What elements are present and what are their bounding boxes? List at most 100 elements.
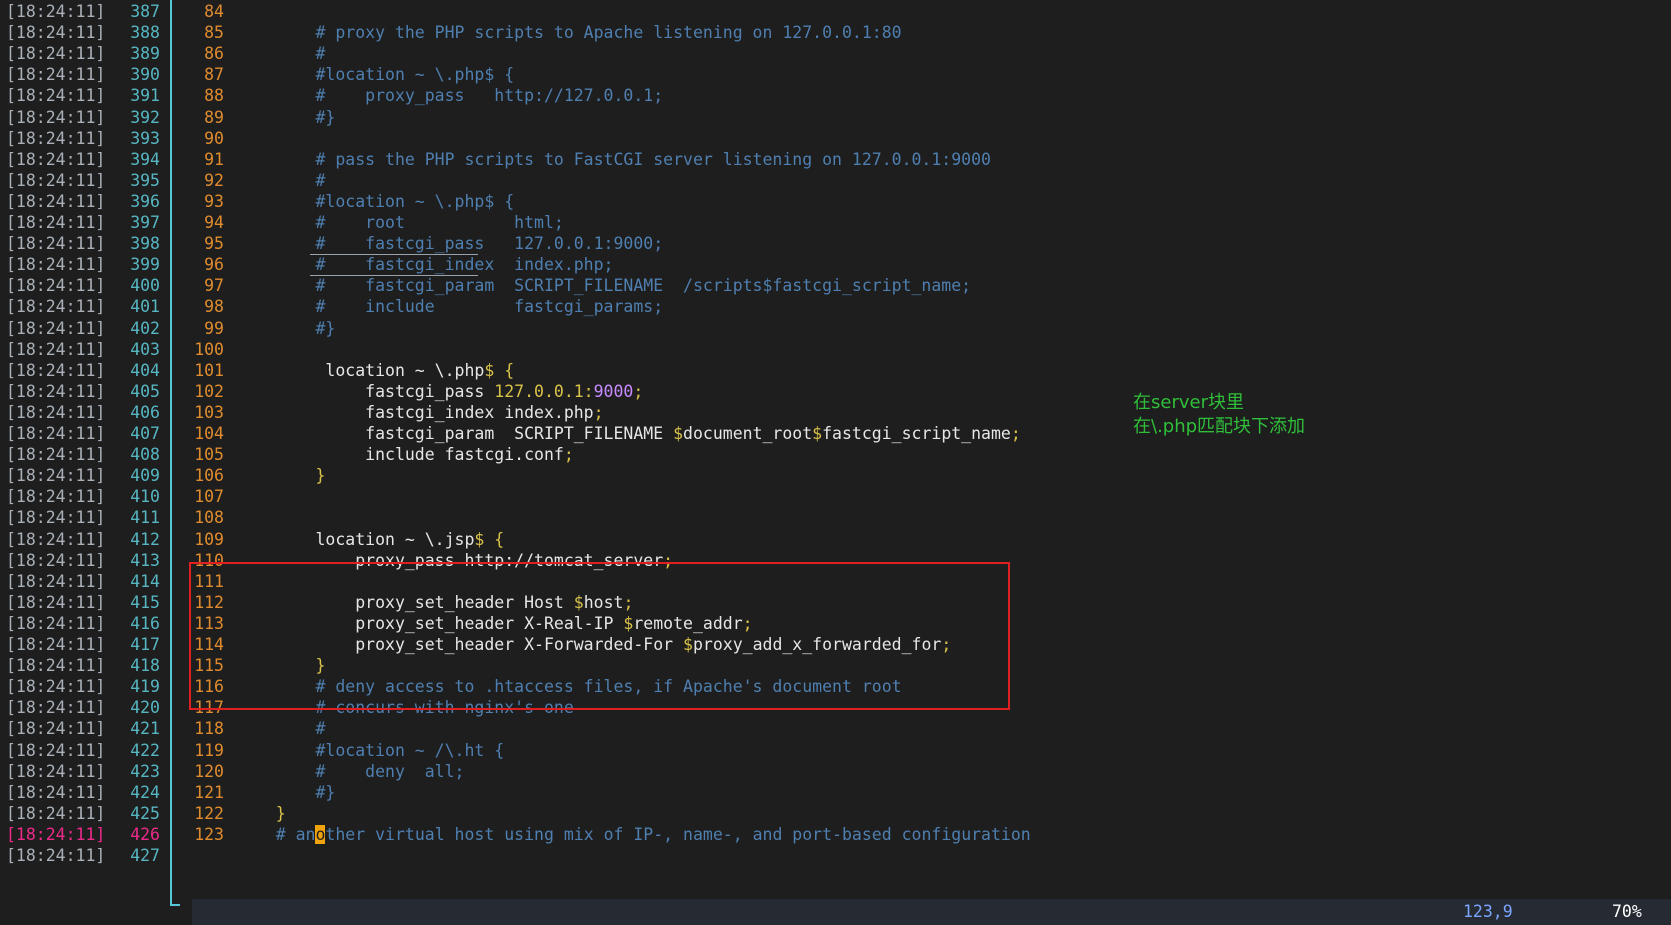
terminal-row: [18:24:11] 423 120 # deny all;: [0, 761, 1671, 784]
output-line-number: 424: [130, 782, 160, 802]
vim-line-number: 95: [204, 234, 224, 254]
code-token: $: [812, 424, 823, 443]
timestamp: [18:24:11]: [6, 613, 106, 633]
timestamp: [18:24:11]: [6, 234, 106, 254]
timestamp: [18:24:11]: [6, 466, 106, 486]
code-line: # proxy the PHP scripts to Apache listen…: [236, 22, 902, 45]
code-line: # include fastcgi_params;: [236, 296, 663, 319]
terminal-row: [18:24:11] 403 100: [0, 339, 1671, 362]
code-line: # fastcgi_pass 127.0.0.1:9000;: [236, 233, 663, 256]
vim-line-number: 87: [204, 65, 224, 85]
code-token: ;: [1010, 424, 1021, 443]
code-line: location ~ \.php$ {: [236, 360, 514, 383]
output-line-number: 414: [130, 571, 160, 591]
timestamp: [18:24:11]: [6, 44, 106, 64]
timestamp: [18:24:11]: [6, 529, 106, 549]
timestamp: [18:24:11]: [6, 149, 106, 169]
code-line: # root html;: [236, 212, 563, 235]
timestamp: [18:24:11]: [6, 128, 106, 148]
terminal-row: [18:24:11] 411 108: [0, 507, 1671, 530]
output-line-number: 397: [130, 213, 160, 232]
vim-line-number: 92: [204, 170, 224, 190]
vim-line-number: 96: [204, 255, 224, 275]
code-line: #: [236, 170, 325, 193]
output-line-number: 406: [130, 402, 160, 422]
code-line: fastcgi_param SCRIPT_FILENAME $document_…: [236, 423, 1021, 446]
vim-line-number: 89: [204, 107, 224, 127]
terminal-row: [18:24:11] 387 84: [0, 1, 1671, 24]
code-token: fastcgi_index index.php: [236, 402, 594, 422]
code-line: fastcgi_pass 127.0.0.1:9000;: [236, 381, 643, 404]
code-token: # include fastcgi_params;: [236, 297, 664, 317]
output-line-number: 408: [130, 445, 160, 465]
vim-line-number: 107: [194, 487, 224, 507]
terminal-row: [18:24:11] 391 88 # proxy_pass http://127.…: [0, 85, 1671, 108]
vim-line-number: 102: [194, 381, 224, 401]
vim-line-number: 105: [194, 445, 224, 465]
code-token: # deny all;: [236, 761, 465, 781]
code-token: ther virtual host using mix of IP-, name…: [325, 824, 1031, 844]
timestamp: [18:24:11]: [6, 740, 106, 760]
code-token: # fastcgi_index index.php;: [236, 255, 614, 275]
timestamp: [18:24:11]: [6, 677, 106, 697]
code-line: # deny all;: [236, 761, 464, 784]
text-cursor: o: [315, 824, 326, 844]
output-line-number: 388: [130, 23, 160, 43]
code-token: }: [236, 803, 286, 823]
vim-line-number: 119: [194, 740, 224, 760]
code-token: ;: [593, 402, 604, 422]
code-line: #location ~ \.php$ {: [236, 191, 514, 214]
timestamp: [18:24:11]: [6, 719, 106, 739]
code-token: # fastcgi_param SCRIPT_FILENAME /scripts…: [236, 276, 972, 296]
output-line-number: 420: [130, 698, 160, 718]
code-token: # proxy the PHP scripts to Apache listen…: [236, 23, 902, 43]
vim-line-number: 100: [194, 339, 224, 359]
code-line: include fastcgi.conf;: [236, 444, 574, 467]
output-line-number: 423: [130, 761, 160, 781]
vim-line-number: 104: [194, 424, 224, 443]
code-token: #}: [236, 107, 336, 127]
timestamp: [18:24:11]: [6, 550, 106, 570]
code-line: # pass the PHP scripts to FastCGI server…: [236, 149, 991, 172]
timestamp: [18:24:11]: [6, 86, 106, 106]
terminal-row: [18:24:11] 389 86 #: [0, 43, 1671, 66]
output-line-number: 391: [130, 86, 160, 106]
vim-line-number: 99: [204, 318, 224, 338]
output-line-number: 410: [130, 487, 160, 507]
terminal-row: [18:24:11] 399 96 # fastcgi_index index.ph…: [0, 254, 1671, 277]
timestamp: [18:24:11]: [6, 297, 106, 317]
terminal-row: [18:24:11] 426 123 # another virtual host …: [0, 824, 1671, 847]
code-token: ;: [633, 381, 644, 401]
output-line-number: 425: [130, 803, 160, 823]
terminal-row: [18:24:11] 409 106 }: [0, 465, 1671, 488]
code-line: #location ~ /\.ht {: [236, 740, 504, 763]
vim-line-number: 120: [194, 761, 224, 781]
terminal-row: [18:24:11] 402 99 #}: [0, 318, 1671, 341]
terminal-row: [18:24:11] 392 89 #}: [0, 107, 1671, 130]
timestamp: [18:24:11]: [6, 782, 106, 802]
output-line-number: 395: [130, 170, 160, 190]
terminal-row: [18:24:11] 395 92 #: [0, 170, 1671, 193]
terminal-window[interactable]: [18:24:11] 387 84 [18:24:11] 388 85 # proxy t…: [0, 0, 1671, 925]
code-token: #location ~ \.php$ {: [236, 65, 515, 85]
terminal-row: [18:24:11] 412 109 location ~ \.jsp$ {: [0, 529, 1671, 552]
code-line: # fastcgi_index index.php;: [236, 254, 614, 277]
output-line-number: 396: [130, 191, 160, 211]
timestamp: [18:24:11]: [6, 402, 106, 422]
code-token: #: [236, 719, 326, 739]
output-line-number: 401: [130, 297, 160, 317]
vim-line-number: 88: [204, 86, 224, 106]
code-line: #}: [236, 782, 335, 805]
vim-line-number: 108: [194, 508, 224, 528]
code-token: #: [236, 170, 326, 190]
vim-line-number: 85: [204, 23, 224, 43]
terminal-row: [18:24:11] 424 121 #}: [0, 782, 1671, 805]
timestamp: [18:24:11]: [6, 381, 106, 401]
vim-line-number: 118: [194, 719, 224, 739]
code-token: #}: [236, 782, 336, 802]
code-line: #: [236, 718, 325, 741]
vim-line-number: 97: [204, 276, 224, 296]
output-line-number: 404: [130, 360, 160, 380]
code-token: #: [236, 44, 326, 64]
timestamp: [18:24:11]: [6, 508, 106, 528]
